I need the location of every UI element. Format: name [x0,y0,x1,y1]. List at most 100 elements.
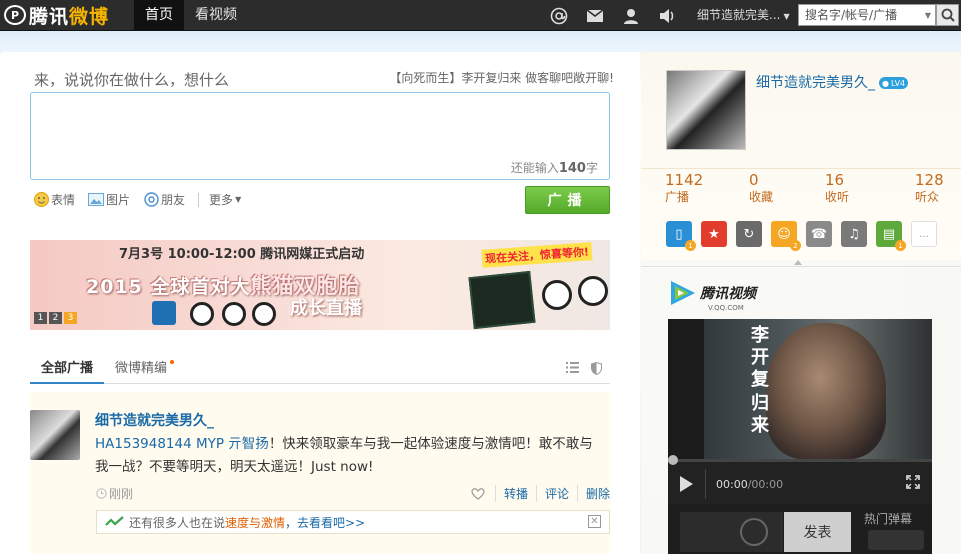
chevron-down-icon: ▼ [783,12,790,21]
user-icon[interactable] [613,0,649,31]
collapse-arrow-icon[interactable] [794,260,802,265]
play-icon[interactable] [680,476,693,492]
sidebar: 细节造就完美男久_ ● LV4 1142 广播 0 收藏 16 收听 128 听众 ▯ 1 ★… [641,52,961,554]
image-icon [88,192,105,208]
music-app-icon[interactable]: ♫ [841,221,867,247]
nav-tab-video[interactable]: 看视频 [184,0,248,31]
video-person-image [766,323,886,459]
profile-name[interactable]: 细节造就完美男久_ ● LV4 [756,72,909,92]
nav-tab-home[interactable]: 首页 [134,0,184,31]
compose-box: 还能输入140字 [30,92,610,180]
feed-post: 细节造就完美男久_ HA153948144 MYP 亓智扬！快来领取豪车与我一起… [30,392,610,554]
stat-favorites[interactable]: 0 收藏 [721,169,801,205]
game-app-icon[interactable]: ☺ 2 [771,221,801,251]
stat-following[interactable]: 16 收听 [801,169,881,205]
qq-logo-icon: P [4,5,26,25]
banner-page-3[interactable]: 3 [64,312,77,324]
mail-icon[interactable] [577,0,613,31]
card-app-icon[interactable]: ▤ 1 [876,221,906,251]
post-author[interactable]: 细节造就完美男久_ [95,410,214,430]
post-mention-link[interactable]: HA153948144 MYP 亓智扬 [95,436,269,452]
banner-time-text: 7月3号 10:00-12:00 腾讯网媒正式启动 [119,247,365,262]
image-tool[interactable]: 图片 [88,191,130,208]
shield-icon[interactable] [591,362,602,375]
logo-text: 腾讯微博 [29,5,110,28]
compose-textarea[interactable] [31,93,609,153]
see-more-link[interactable]: ，去看看吧>> [285,514,365,531]
feed-tabs: 全部广播 微博精编 [30,356,610,384]
close-icon[interactable]: ✕ [588,515,601,528]
video-player[interactable]: 李开复 归来 [668,319,932,459]
banner-page-2[interactable]: 2 [49,312,62,324]
compose-prompt: 来，说说你在做什么，想什么 [34,71,230,89]
like-icon[interactable] [471,487,495,500]
stat-broadcasts[interactable]: 1142 广播 [641,169,721,205]
delete-button[interactable]: 删除 [576,485,610,502]
top-icon-group [541,0,685,31]
related-topic-hint: 还有很多人也在说 速度与激情 ，去看看吧>> ✕ [96,510,610,534]
main-column: 来，说说你在做什么，想什么 【向死而生】李开复归来 做客聊吧敞开聊! 还能输入1… [0,52,640,554]
user-menu[interactable]: 细节造就完美... ▼ [697,0,790,31]
progress-track[interactable] [668,455,932,465]
list-view-icon[interactable] [566,362,579,375]
tencent-video-icon [671,281,695,305]
banner-follow-tag: 现在关注，惊喜等你! [481,242,593,268]
more-tool[interactable]: 更多 ▼ [209,191,241,208]
user-menu-label: 细节造就完美... [697,8,781,22]
refresh-app-icon[interactable]: ↻ [736,221,762,247]
level-badge: ● LV4 [879,77,909,89]
search-icon [941,8,955,22]
topic-link[interactable]: 速度与激情 [225,514,285,531]
broadcast-button[interactable]: 广播 [525,186,610,214]
qq-logo-icon [152,301,176,325]
more-apps-button[interactable]: ... [911,221,937,247]
promo-banner[interactable]: 7月3号 10:00-12:00 腾讯网媒正式启动 2015 全球首对大熊猫双胞… [30,240,610,330]
panda-icon [222,302,246,326]
char-count: 还能输入140字 [510,161,598,176]
repost-button[interactable]: 转播 [494,485,536,502]
panda-icon [190,302,214,326]
post-actions: 转播 评论 删除 [471,485,610,502]
send-danmu-button[interactable]: 发表 [784,512,851,552]
trend-icon [105,516,124,526]
comment-button[interactable]: 评论 [535,485,577,502]
phone-app-icon[interactable]: ▯ 1 [666,221,696,251]
search-button[interactable] [936,4,959,26]
tab-weibo-picks[interactable]: 微博精编 [104,356,178,384]
top-bar: P 腾讯微博 首页 看视频 细节造就完美...▼ ▼ [0,0,961,31]
logo[interactable]: P 腾讯微博 [0,0,134,31]
at-icon [143,192,159,208]
panda-plush-image [542,280,572,310]
avatar[interactable] [30,410,80,460]
tab-all-broadcasts[interactable]: 全部广播 [30,356,105,384]
stat-followers[interactable]: 128 听众 [881,169,961,205]
volume-icon[interactable] [649,0,685,31]
divider [705,469,706,499]
panda-icon [252,302,276,326]
app-shortcuts: ▯ 1 ★ ↻ ☺ 2 ☎ ♫ ▤ 1 ... [666,221,946,251]
emoji-tool[interactable]: 表情 [33,191,75,208]
telephone-app-icon[interactable]: ☎ [806,221,832,247]
banner-page-1[interactable]: 1 [34,312,47,324]
compose-toolbar: 表情 图片 朋友 更多 ▼ [33,191,254,208]
at-icon[interactable] [541,0,577,31]
search-input[interactable] [805,8,915,22]
danmu-panel: 发表 热门弹幕 [668,504,932,554]
toolbar-divider [198,192,200,207]
search-box: ▼ [798,4,936,26]
hot-danmu-toggle[interactable] [868,530,924,550]
banner-pager: 1 2 3 [34,312,79,324]
video-controls: 00:00/00:00 [668,455,932,504]
fullscreen-icon[interactable] [906,475,920,489]
feed-tools [554,362,602,375]
search-scope-dropdown-icon[interactable]: ▼ [925,11,931,20]
hot-topic-link[interactable]: 【向死而生】李开复归来 做客聊吧敞开聊! [389,69,614,86]
mention-tool[interactable]: 朋友 [143,191,185,208]
profile-stats: 1142 广播 0 收藏 16 收听 128 听众 [641,168,961,205]
post-time[interactable]: 刚刚 [96,485,133,502]
emoji-icon[interactable] [740,518,768,546]
banner-subheadline: 成长直播 [290,298,362,319]
star-app-icon[interactable]: ★ [701,221,727,247]
progress-knob[interactable] [668,455,678,465]
avatar[interactable] [666,70,746,150]
